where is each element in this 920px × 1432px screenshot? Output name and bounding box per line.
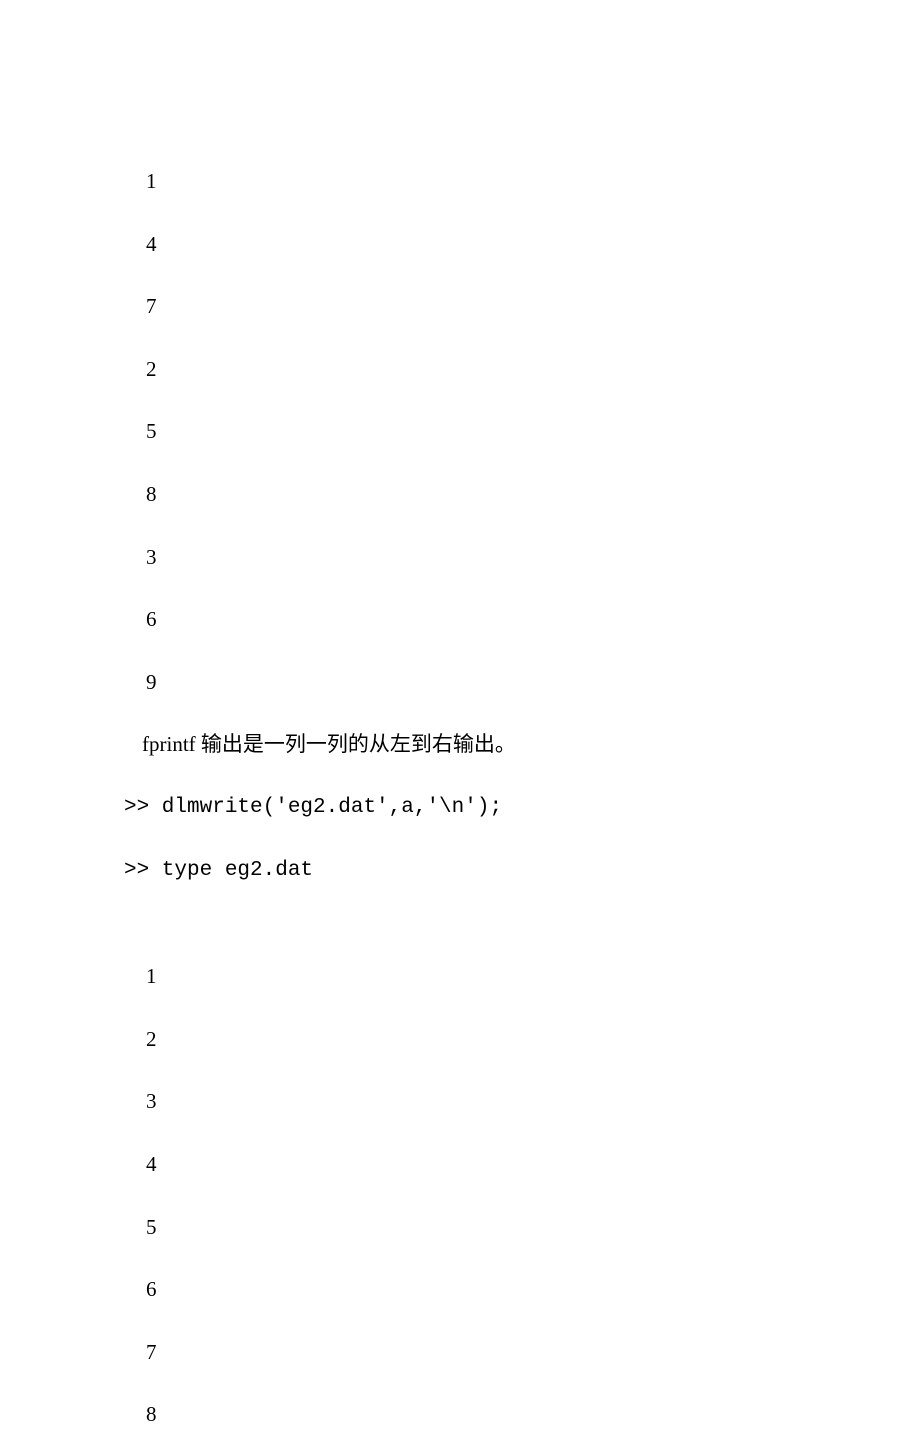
output-value: 7 — [146, 1336, 920, 1370]
output-value: 4 — [146, 228, 920, 262]
output-value: 2 — [146, 1023, 920, 1057]
spacer — [146, 916, 920, 960]
output-value: 6 — [146, 603, 920, 637]
output-value: 8 — [146, 478, 920, 512]
output-value: 5 — [146, 1211, 920, 1245]
output-value: 5 — [146, 415, 920, 449]
matlab-command: >> type eg2.dat — [124, 854, 920, 888]
output-value: 2 — [146, 353, 920, 387]
matlab-command: >> dlmwrite('eg2.dat',a,'\n'); — [124, 791, 920, 825]
output-value: 8 — [146, 1398, 920, 1432]
output-value: 3 — [146, 1085, 920, 1119]
output-value: 7 — [146, 290, 920, 324]
comment-text: fprintf 输出是一列一列的从左到右输出。 — [142, 728, 920, 762]
output-value: 4 — [146, 1148, 920, 1182]
output-value: 1 — [146, 165, 920, 199]
output-value: 1 — [146, 960, 920, 994]
output-value: 3 — [146, 541, 920, 575]
output-value: 9 — [146, 666, 920, 700]
